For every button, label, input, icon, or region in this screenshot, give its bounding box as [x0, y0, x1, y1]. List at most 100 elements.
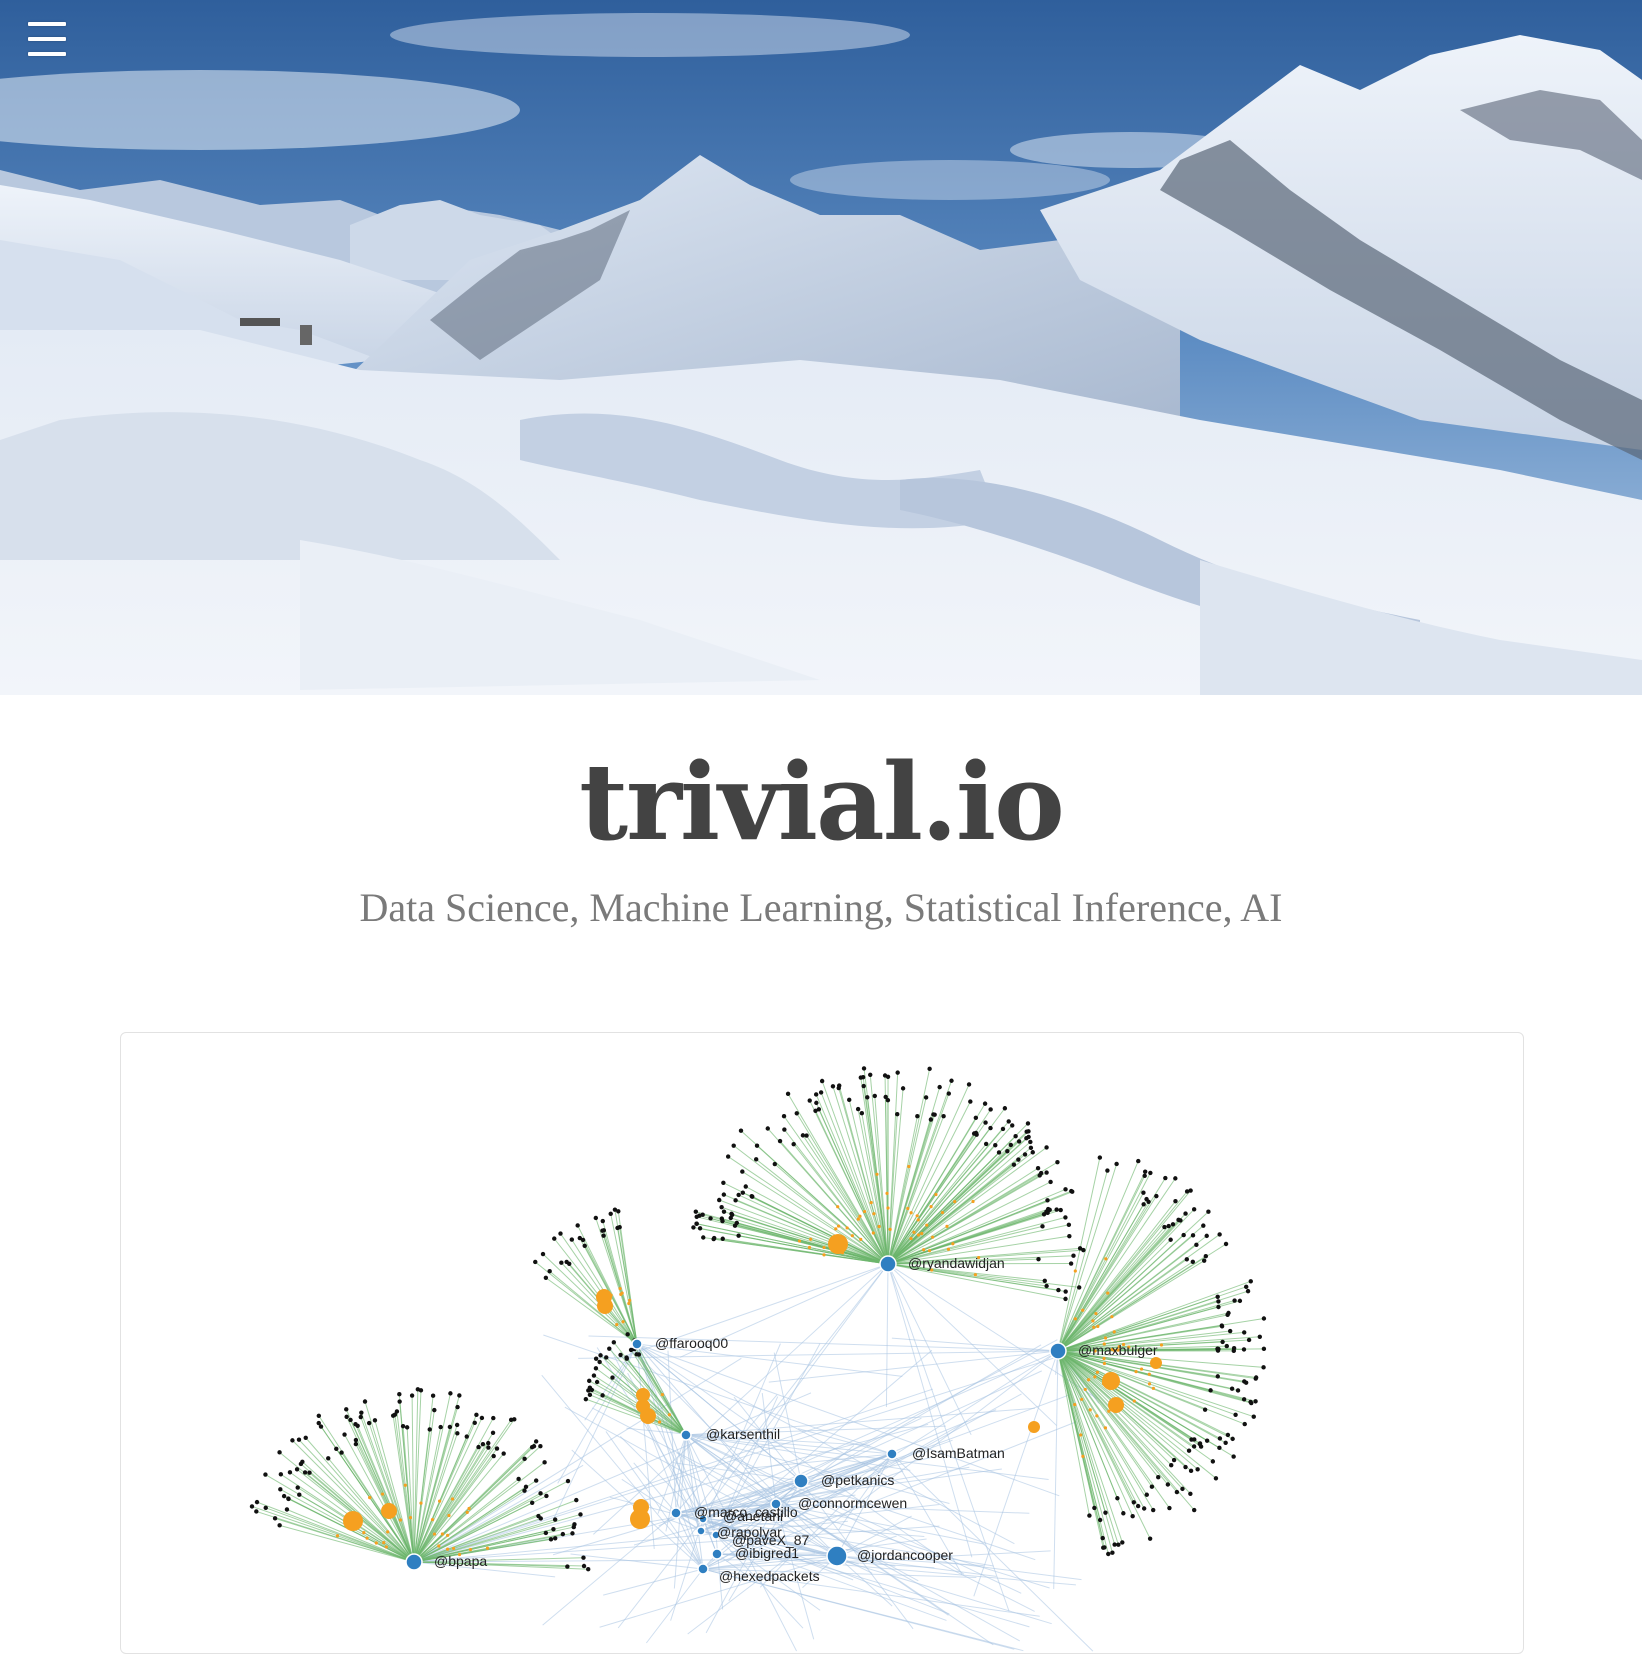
graph-node-label: @ibigred1 — [735, 1545, 799, 1561]
graph-follower-node — [875, 1173, 878, 1176]
graph-follower-node — [834, 1227, 837, 1230]
graph-leaf-node — [544, 1276, 548, 1280]
graph-leaf-node — [1175, 1490, 1179, 1494]
graph-leaf-node — [1036, 1166, 1040, 1170]
graph-leaf-node — [1040, 1224, 1044, 1228]
graph-leaf-node — [1254, 1375, 1258, 1379]
graph-follower-node — [451, 1497, 454, 1500]
network-graph-image: @ryandawidjan@maxbulger@ffarooq00@karsen… — [121, 1033, 1523, 1653]
graph-follower-node — [798, 1239, 801, 1242]
graph-follower-node — [859, 1238, 862, 1241]
graph-leaf-node — [868, 1073, 872, 1077]
graph-follower-node — [916, 1214, 919, 1217]
graph-follower-node — [1148, 1382, 1151, 1385]
graph-leaf-node — [1205, 1234, 1209, 1238]
graph-leaf-node — [501, 1451, 505, 1455]
graph-leaf-node — [1172, 1458, 1176, 1462]
graph-leaf-node — [581, 1556, 585, 1560]
graph-leaf-node — [533, 1260, 537, 1264]
graph-leaf-node — [1146, 1200, 1150, 1204]
graph-leaf-node — [594, 1357, 598, 1361]
graph-leaf-node — [457, 1393, 461, 1397]
graph-leaf-node — [359, 1415, 363, 1419]
graph-leaf-node — [1163, 1176, 1167, 1180]
graph-follower-node — [1089, 1408, 1092, 1411]
graph-follower-node — [1103, 1362, 1106, 1365]
graph-leaf-node — [592, 1373, 596, 1377]
graph-leaf-node — [512, 1417, 516, 1421]
graph-leaf-node — [831, 1084, 835, 1088]
graph-leaf-node — [1242, 1347, 1246, 1351]
graph-leaf-node — [570, 1237, 574, 1241]
graph-leaf-node — [594, 1216, 598, 1220]
graph-leaf-node — [602, 1228, 606, 1232]
graph-leaf-node — [586, 1567, 590, 1571]
graph-leaf-node — [1010, 1123, 1014, 1127]
graph-leaf-node — [1183, 1465, 1187, 1469]
graph-leaf-node — [698, 1226, 702, 1230]
graph-leaf-node — [1142, 1506, 1146, 1510]
graph-leaf-node — [1169, 1463, 1173, 1467]
graph-leaf-node — [1145, 1493, 1149, 1497]
graph-leaf-node — [1063, 1297, 1067, 1301]
graph-follower-node — [878, 1225, 881, 1228]
graph-leaf-node — [354, 1438, 358, 1442]
graph-leaf-node — [522, 1488, 526, 1492]
graph-follower-node — [929, 1205, 932, 1208]
graph-leaf-node — [1195, 1467, 1199, 1471]
graph-leaf-node — [1192, 1207, 1196, 1211]
graph-leaf-node — [1208, 1388, 1212, 1392]
graph-follower-node — [951, 1242, 954, 1245]
graph-leaf-node — [813, 1109, 817, 1113]
graph-follower-node — [809, 1238, 812, 1241]
graph-leaf-node — [1007, 1119, 1011, 1123]
hamburger-menu-icon[interactable] — [26, 20, 68, 62]
graph-leaf-node — [481, 1442, 485, 1446]
graph-edge — [571, 1554, 703, 1569]
graph-leaf-node — [1244, 1285, 1248, 1289]
graph-leaf-node — [1192, 1444, 1196, 1448]
graph-follower-node — [808, 1246, 811, 1249]
site-title[interactable]: trivial.io — [0, 695, 1642, 867]
graph-follower-node — [437, 1544, 440, 1547]
graph-leaf-node — [741, 1191, 745, 1195]
graph-leaf-node — [1253, 1399, 1257, 1403]
graph-follower-node — [447, 1514, 450, 1517]
graph-follower-node — [870, 1201, 873, 1204]
graph-leaf-node — [299, 1462, 303, 1466]
graph-leaf-node — [612, 1340, 616, 1344]
graph-leaf-node — [814, 1101, 818, 1105]
graph-leaf-node — [1047, 1208, 1051, 1212]
graph-follower-node — [836, 1205, 839, 1208]
graph-leaf-node — [1262, 1316, 1266, 1320]
graph-hub-node — [697, 1527, 705, 1535]
graph-leaf-node — [1044, 1145, 1048, 1149]
graph-follower-node — [658, 1420, 661, 1423]
graph-follower-node — [928, 1249, 931, 1252]
graph-leaf-node — [983, 1101, 987, 1105]
graph-leaf-node — [968, 1099, 972, 1103]
graph-leaf-node — [538, 1444, 542, 1448]
graph-leaf-node — [983, 1120, 987, 1124]
graph-leaf-node — [1070, 1190, 1074, 1194]
graph-leaf-node — [367, 1421, 371, 1425]
graph-follower-node — [906, 1207, 909, 1210]
graph-follower-node — [941, 1211, 944, 1214]
graph-follower-node — [385, 1545, 388, 1548]
graph-leaf-node — [583, 1244, 587, 1248]
graph-leaf-node — [465, 1434, 469, 1438]
graph-leaf-node — [1106, 1552, 1110, 1556]
graph-leaf-node — [972, 1131, 976, 1135]
graph-leaf-node — [720, 1219, 724, 1223]
graph-follower-node — [1113, 1330, 1116, 1333]
graph-leaf-node — [539, 1516, 543, 1520]
graph-leaf-node — [1185, 1257, 1189, 1261]
graph-follower-node — [452, 1547, 455, 1550]
featured-post-card[interactable]: @ryandawidjan@maxbulger@ffarooq00@karsen… — [120, 1032, 1524, 1654]
graph-leaf-node — [755, 1143, 759, 1147]
graph-hub-node — [712, 1549, 722, 1559]
graph-leaf-node — [1059, 1208, 1063, 1212]
graph-leaf-node — [570, 1531, 574, 1535]
graph-leaf-node — [1100, 1536, 1104, 1540]
graph-leaf-node — [740, 1169, 744, 1173]
